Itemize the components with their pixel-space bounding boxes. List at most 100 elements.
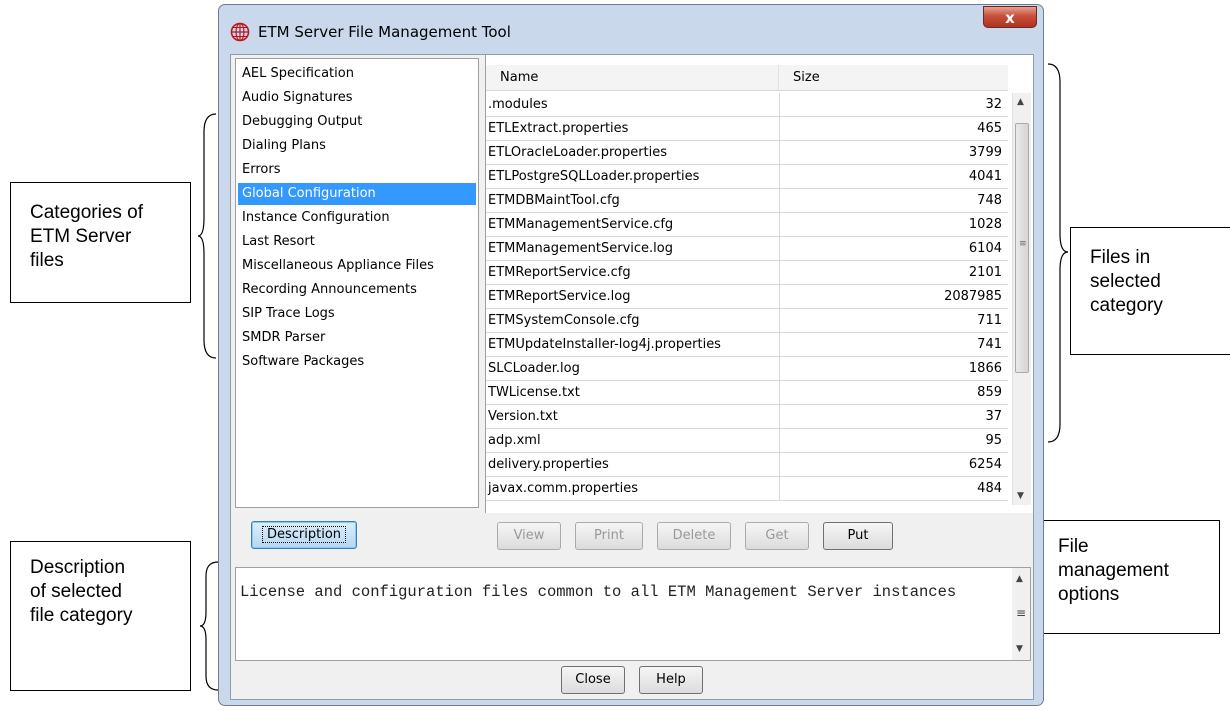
callout-options: File management options — [1038, 520, 1220, 634]
files-table: Name Size ▲ ≡ ▼ .modules 32 ETLExtract.pro… — [485, 55, 1033, 513]
file-name-cell: ETLPostgreSQLLoader.properties — [488, 169, 700, 184]
right-brace-files — [1047, 63, 1069, 443]
table-row[interactable]: .modules 32 — [486, 93, 1008, 117]
table-row[interactable]: Version.txt 37 — [486, 405, 1008, 429]
category-item[interactable]: Errors — [238, 159, 476, 181]
callout-line: category — [1090, 295, 1163, 316]
description-button-label: Description — [261, 526, 347, 543]
category-item[interactable]: Global Configuration — [238, 183, 476, 205]
table-row[interactable]: TWLicense.txt 859 — [486, 381, 1008, 405]
file-size-cell: 748 — [779, 189, 1005, 212]
callout-line: Description — [30, 557, 126, 578]
description-text-area[interactable]: License and configuration files common t… — [235, 567, 1031, 661]
window-title: ETM Server File Management Tool — [258, 23, 511, 41]
file-name-cell: javax.comm.properties — [488, 481, 638, 496]
up-arrow-icon[interactable]: ▲ — [1017, 97, 1024, 107]
put-button[interactable]: Put — [823, 522, 893, 550]
get-button[interactable]: Get — [745, 522, 809, 550]
down-arrow-icon[interactable]: ▼ — [1017, 491, 1024, 501]
callout-line: management — [1058, 560, 1169, 581]
file-name-cell: ETLOracleLoader.properties — [488, 145, 668, 160]
file-name-cell: ETMUpdateInstaller-log4j.properties — [488, 337, 721, 352]
table-row[interactable]: ETMManagementService.log 6104 — [486, 237, 1008, 261]
table-row[interactable]: SLCLoader.log 1866 — [486, 357, 1008, 381]
file-size-cell: 95 — [779, 429, 1005, 452]
view-button[interactable]: View — [497, 522, 561, 550]
close-button[interactable]: Close — [561, 666, 625, 694]
column-header-name[interactable]: Name — [486, 65, 779, 91]
table-row[interactable]: ETMManagementService.cfg 1028 — [486, 213, 1008, 237]
callout-line: file category — [30, 605, 133, 626]
table-row[interactable]: ETMDBMaintTool.cfg 748 — [486, 189, 1008, 213]
globe-logo-icon — [230, 22, 250, 42]
table-row[interactable]: ETMSystemConsole.cfg 711 — [486, 309, 1008, 333]
category-item[interactable]: SIP Trace Logs — [238, 303, 476, 325]
grip-icon: ≡ — [1016, 606, 1027, 620]
category-item[interactable]: Software Packages — [238, 351, 476, 373]
app-window: ETM Server File Management Tool x AEL Sp… — [218, 4, 1044, 706]
category-item[interactable]: SMDR Parser — [238, 327, 476, 349]
category-item[interactable]: Instance Configuration — [238, 207, 476, 229]
file-size-cell: 2087985 — [779, 285, 1005, 308]
file-name-cell: ETMReportService.cfg — [488, 265, 631, 280]
category-item[interactable]: Last Resort — [238, 231, 476, 253]
file-name-cell: adp.xml — [488, 433, 541, 448]
callout-line: File — [1058, 536, 1089, 557]
table-row[interactable]: ETLOracleLoader.properties 3799 — [486, 141, 1008, 165]
title-bar[interactable]: ETM Server File Management Tool x — [219, 5, 1043, 53]
file-name-cell: ETMReportService.log — [488, 289, 631, 304]
category-item[interactable]: Miscellaneous Appliance Files — [238, 255, 476, 277]
category-item[interactable]: AEL Specification — [238, 63, 476, 85]
file-name-cell: delivery.properties — [488, 457, 609, 472]
delete-button[interactable]: Delete — [657, 522, 731, 550]
print-button[interactable]: Print — [575, 522, 643, 550]
callout-description: Description of selected file category — [10, 541, 191, 691]
callout-categories: Categories of ETM Server files — [10, 182, 191, 303]
files-scrollbar[interactable]: ▲ ≡ ▼ — [1012, 93, 1031, 505]
callout-line: options — [1058, 584, 1120, 605]
file-size-cell: 711 — [779, 309, 1005, 332]
table-row[interactable]: delivery.properties 6254 — [486, 453, 1008, 477]
file-name-cell: Version.txt — [488, 409, 558, 424]
file-name-cell: ETMDBMaintTool.cfg — [488, 193, 620, 208]
files-scrollbar-thumb[interactable]: ≡ — [1015, 123, 1029, 373]
window-close-button[interactable]: x — [983, 6, 1037, 28]
table-row[interactable]: ETLExtract.properties 465 — [486, 117, 1008, 141]
column-header-size[interactable]: Size — [779, 65, 1008, 91]
category-item[interactable]: Audio Signatures — [238, 87, 476, 109]
category-item[interactable]: Recording Announcements — [238, 279, 476, 301]
table-row[interactable]: javax.comm.properties 484 — [486, 477, 1008, 501]
file-size-cell: 4041 — [779, 165, 1005, 188]
table-row[interactable]: adp.xml 95 — [486, 429, 1008, 453]
table-row[interactable]: ETMUpdateInstaller-log4j.properties 741 — [486, 333, 1008, 357]
file-size-cell: 465 — [779, 117, 1005, 140]
file-name-cell: ETLExtract.properties — [488, 121, 629, 136]
window-client-area: AEL Specification Audio Signatures Debuggi… — [230, 54, 1034, 700]
file-name-cell: SLCLoader.log — [488, 361, 580, 376]
file-name-cell: .modules — [488, 97, 548, 112]
description-scrollbar[interactable]: ▲ ≡ ▼ — [1012, 568, 1030, 660]
left-brace-categories — [197, 113, 217, 359]
file-name-cell: ETMManagementService.cfg — [488, 217, 674, 232]
up-arrow-icon[interactable]: ▲ — [1016, 574, 1023, 584]
category-item[interactable]: Debugging Output — [238, 111, 476, 133]
file-size-cell: 32 — [779, 93, 1005, 116]
category-list[interactable]: AEL Specification Audio Signatures Debuggi… — [235, 58, 479, 508]
callout-files: Files in selected category — [1070, 227, 1230, 355]
description-button[interactable]: Description — [251, 521, 357, 549]
table-row[interactable]: ETLPostgreSQLLoader.properties 4041 — [486, 165, 1008, 189]
table-row[interactable]: ETMReportService.log 2087985 — [486, 285, 1008, 309]
down-arrow-icon[interactable]: ▼ — [1016, 644, 1023, 654]
callout-line: Files in — [1090, 247, 1151, 268]
category-item[interactable]: Dialing Plans — [238, 135, 476, 157]
table-row[interactable]: ETMReportService.cfg 2101 — [486, 261, 1008, 285]
file-size-cell: 2101 — [779, 261, 1005, 284]
help-button[interactable]: Help — [639, 666, 703, 694]
file-size-cell: 1028 — [779, 213, 1005, 236]
file-size-cell: 6254 — [779, 453, 1005, 476]
callout-line: files — [30, 250, 64, 271]
file-size-cell: 741 — [779, 333, 1005, 356]
callout-line: of selected — [30, 581, 122, 602]
description-text: License and configuration files common t… — [240, 583, 957, 601]
file-name-cell: TWLicense.txt — [488, 385, 580, 400]
